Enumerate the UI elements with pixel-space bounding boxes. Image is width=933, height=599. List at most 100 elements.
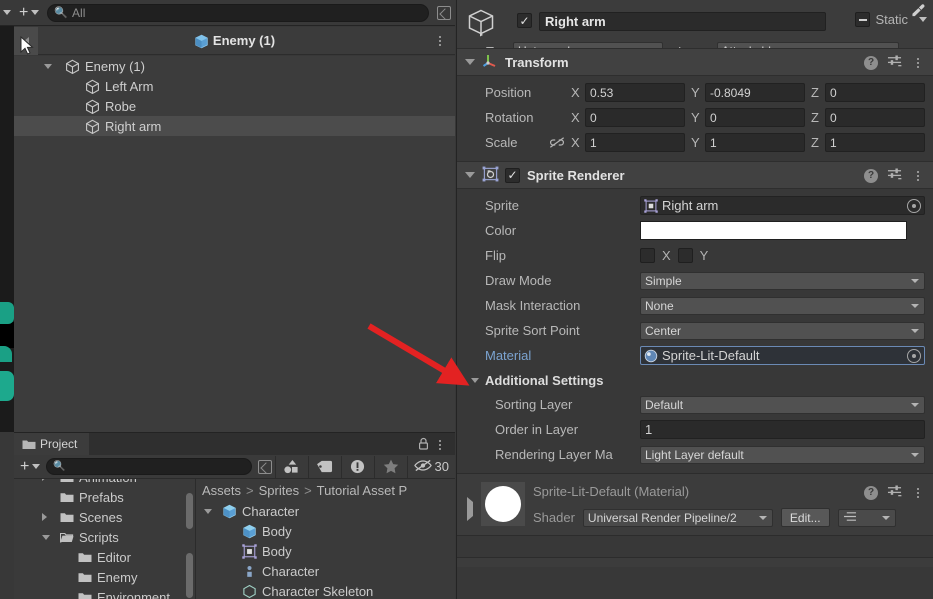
transform-scale-row: Scale X 1 Y 1 Z 1 <box>457 130 933 155</box>
transform-scale-y-input[interactable]: 1 <box>705 133 805 152</box>
hierarchy-item-right-arm[interactable]: Right arm <box>14 116 455 136</box>
draw-mode-dropdown[interactable]: Simple <box>640 272 925 290</box>
gameobject-name-field[interactable]: Right arm <box>539 12 826 31</box>
tab-project[interactable]: Project <box>14 433 89 455</box>
project-foldout-toggle[interactable] <box>42 535 52 540</box>
project-asset-item[interactable]: Body <box>196 541 455 561</box>
project-asset-item[interactable]: Character <box>196 561 455 581</box>
star-icon[interactable] <box>375 456 407 478</box>
rendering-layer-ma-dropdown[interactable]: Light Layer default <box>640 446 925 464</box>
project-folder-scenes[interactable]: Scenes <box>14 507 195 527</box>
transform-scale-x-input[interactable]: 1 <box>585 133 685 152</box>
preset-icon[interactable] <box>887 167 902 184</box>
kebab-menu-icon[interactable] <box>433 36 447 46</box>
hidden-assets-counter[interactable]: 30 <box>408 459 455 475</box>
tag-icon[interactable] <box>309 456 341 478</box>
component-header-transform[interactable]: Transform ? <box>457 48 933 76</box>
project-search-input[interactable]: 🔍 <box>46 458 251 475</box>
preset-icon[interactable] <box>887 484 902 501</box>
script-icon <box>242 564 257 579</box>
project-folder-scripts[interactable]: Scripts <box>14 527 195 547</box>
kebab-menu-icon[interactable] <box>433 440 447 450</box>
component-header-sprite-renderer[interactable]: ✓ Sprite Renderer ? <box>457 161 933 189</box>
transform-position-x-input[interactable]: 0.53 <box>585 83 685 102</box>
transform-position-z-input[interactable]: 0 <box>825 83 925 102</box>
project-create-button[interactable]: + <box>14 457 46 477</box>
expand-icon <box>437 6 451 20</box>
project-expand-button[interactable] <box>255 460 275 474</box>
color-swatch-field[interactable] <box>640 221 907 240</box>
shapes-filter-icon[interactable] <box>276 456 308 478</box>
chevron-down-icon <box>759 516 767 520</box>
transform-rotation-z-input[interactable]: 0 <box>825 108 925 127</box>
kebab-menu-icon[interactable] <box>911 58 925 68</box>
help-icon[interactable]: ? <box>864 56 878 70</box>
transform-rotation-y-input[interactable]: 0 <box>705 108 805 127</box>
gameobject-cube-icon <box>85 119 100 134</box>
preset-icon[interactable] <box>887 54 902 71</box>
project-folder-enemy[interactable]: Enemy <box>14 567 195 587</box>
hierarchy-item-left-arm[interactable]: Left Arm <box>14 76 455 96</box>
foldout-triangle-icon[interactable] <box>465 59 475 65</box>
sprite-renderer-enabled-checkbox[interactable]: ✓ <box>505 168 520 183</box>
project-folder-prefabs[interactable]: Prefabs <box>14 487 195 507</box>
sprite-object-field[interactable]: Right arm <box>640 196 925 215</box>
triangle-right-icon[interactable] <box>467 502 473 516</box>
project-tree-scrollbar[interactable] <box>186 493 193 529</box>
hierarchy-search-placeholder: All <box>72 6 85 20</box>
mesh-icon <box>242 584 257 599</box>
sprite-sort-point-dropdown[interactable]: Center <box>640 322 925 340</box>
object-picker-icon[interactable] <box>907 199 921 213</box>
project-asset-item[interactable]: Body <box>196 521 455 541</box>
create-button[interactable]: + <box>13 3 45 23</box>
order-in-layer-input[interactable]: 1 <box>640 420 925 439</box>
help-icon[interactable]: ? <box>864 486 878 500</box>
project-folder-environment[interactable]: Environment <box>14 587 195 599</box>
transform-position-y-input[interactable]: -0.8049 <box>705 83 805 102</box>
project-asset-item[interactable]: Character <box>196 501 455 521</box>
flip-x-checkbox[interactable] <box>640 248 655 263</box>
foldout-triangle-icon[interactable] <box>465 172 475 178</box>
gameobject-enabled-checkbox[interactable]: ✓ <box>517 13 532 28</box>
property-row-mask-interaction: Mask Interaction None <box>457 293 933 318</box>
hierarchy-item-robe[interactable]: Robe <box>14 96 455 116</box>
mask-interaction-dropdown[interactable]: None <box>640 297 925 315</box>
material-variant-dropdown[interactable] <box>838 509 896 527</box>
breadcrumb-segment[interactable]: Tutorial Asset P <box>317 483 408 498</box>
property-label: Position <box>485 85 549 100</box>
sorting-layer-dropdown[interactable]: Default <box>640 396 925 414</box>
hierarchy-search-input[interactable]: 🔍 All <box>47 4 429 22</box>
lock-icon[interactable] <box>418 437 429 453</box>
project-folder-animation[interactable]: Animation <box>14 479 195 487</box>
panel-dropdown-caret-icon[interactable] <box>3 10 11 15</box>
edit-shader-button[interactable]: Edit... <box>781 508 830 527</box>
asset-foldout-toggle[interactable] <box>204 509 214 514</box>
broken-link-icon[interactable] <box>549 136 571 149</box>
project-breadcrumb: Assets > Sprites > Tutorial Asset P <box>196 479 455 501</box>
transform-scale-z-input[interactable]: 1 <box>825 133 925 152</box>
breadcrumb-segment[interactable]: Sprites <box>259 483 299 498</box>
eyedropper-icon[interactable] <box>910 3 925 21</box>
flip-y-label: Y <box>700 248 709 263</box>
project-foldout-toggle[interactable] <box>42 479 52 481</box>
flip-y-checkbox[interactable] <box>678 248 693 263</box>
static-checkbox[interactable] <box>855 12 870 27</box>
project-foldout-toggle[interactable] <box>42 513 52 521</box>
project-asset-item[interactable]: Character Skeleton <box>196 581 455 599</box>
material-object-field[interactable]: Sprite-Lit-Default <box>640 346 925 365</box>
additional-settings-foldout[interactable]: Additional Settings <box>457 368 933 392</box>
help-icon[interactable]: ? <box>864 169 878 183</box>
object-picker-icon[interactable] <box>907 349 921 363</box>
breadcrumb-segment[interactable]: Assets <box>202 483 241 498</box>
hierarchy-foldout-toggle[interactable] <box>44 64 55 69</box>
project-tree-scrollbar-thumb[interactable] <box>186 553 193 598</box>
hierarchy-item-enemy-1[interactable]: Enemy (1) <box>14 56 455 76</box>
kebab-menu-icon[interactable] <box>911 488 925 498</box>
kebab-menu-icon[interactable] <box>911 171 925 181</box>
chevron-down-icon <box>31 10 39 15</box>
hierarchy-expand-button[interactable] <box>433 6 455 20</box>
warning-icon[interactable] <box>342 456 374 478</box>
project-folder-editor[interactable]: Editor <box>14 547 195 567</box>
transform-rotation-x-input[interactable]: 0 <box>585 108 685 127</box>
shader-dropdown[interactable]: Universal Render Pipeline/2 <box>583 509 773 527</box>
